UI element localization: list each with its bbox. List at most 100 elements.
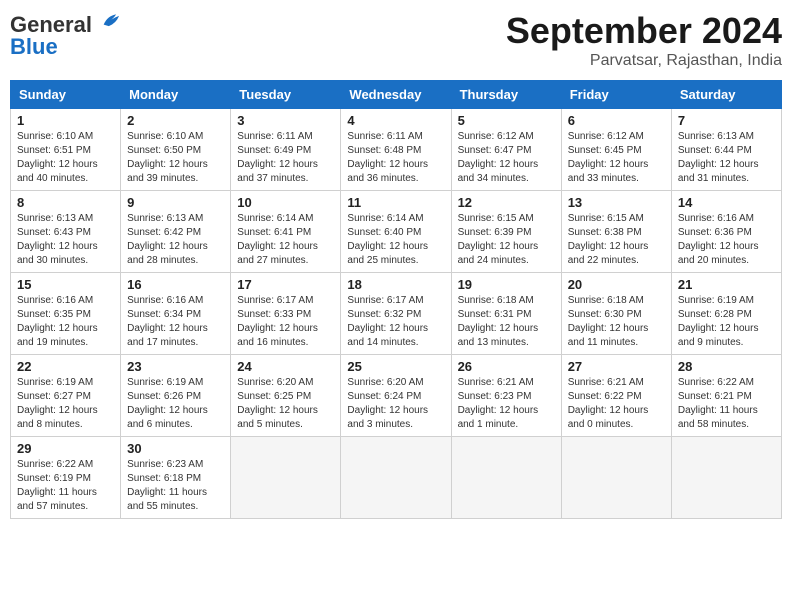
calendar-row: 8 Sunrise: 6:13 AMSunset: 6:43 PMDaylight… bbox=[11, 191, 782, 273]
col-friday: Friday bbox=[561, 81, 671, 109]
table-row: 22 Sunrise: 6:19 AMSunset: 6:27 PMDayligh… bbox=[11, 355, 121, 437]
table-row: 24 Sunrise: 6:20 AMSunset: 6:25 PMDayligh… bbox=[231, 355, 341, 437]
day-number: 23 bbox=[127, 359, 224, 374]
table-row: 11 Sunrise: 6:14 AMSunset: 6:40 PMDayligh… bbox=[341, 191, 451, 273]
cell-info: Sunrise: 6:13 AMSunset: 6:42 PMDaylight:… bbox=[127, 212, 224, 268]
table-row: 20 Sunrise: 6:18 AMSunset: 6:30 PMDayligh… bbox=[561, 273, 671, 355]
table-row: 23Sunrise: 6:19 AMSunset: 6:26 PMDayligh… bbox=[121, 355, 231, 437]
table-row: 16Sunrise: 6:16 AMSunset: 6:34 PMDayligh… bbox=[121, 273, 231, 355]
table-row: 3 Sunrise: 6:11 AMSunset: 6:49 PMDaylight… bbox=[231, 109, 341, 191]
cell-info: Sunrise: 6:11 AMSunset: 6:48 PMDaylight:… bbox=[347, 130, 444, 186]
table-row: 1 Sunrise: 6:10 AMSunset: 6:51 PMDaylight… bbox=[11, 109, 121, 191]
day-number: 20 bbox=[568, 277, 665, 292]
calendar-row: 29Sunrise: 6:22 AMSunset: 6:19 PMDayligh… bbox=[11, 437, 782, 519]
cell-info: Sunrise: 6:14 AMSunset: 6:41 PMDaylight:… bbox=[237, 212, 334, 268]
table-row bbox=[341, 437, 451, 519]
table-row bbox=[231, 437, 341, 519]
table-row: 4 Sunrise: 6:11 AMSunset: 6:48 PMDaylight… bbox=[341, 109, 451, 191]
col-sunday: Sunday bbox=[11, 81, 121, 109]
day-number: 30 bbox=[127, 441, 224, 456]
table-row: 27Sunrise: 6:21 AMSunset: 6:22 PMDayligh… bbox=[561, 355, 671, 437]
day-number: 21 bbox=[678, 277, 775, 292]
cell-info: Sunrise: 6:21 AMSunset: 6:23 PMDaylight:… bbox=[458, 376, 555, 432]
cell-info: Sunrise: 6:11 AMSunset: 6:49 PMDaylight:… bbox=[237, 130, 334, 186]
day-number: 16 bbox=[127, 277, 224, 292]
day-number: 17 bbox=[237, 277, 334, 292]
day-number: 22 bbox=[17, 359, 114, 374]
table-row bbox=[451, 437, 561, 519]
col-wednesday: Wednesday bbox=[341, 81, 451, 109]
col-thursday: Thursday bbox=[451, 81, 561, 109]
calendar-header-row: Sunday Monday Tuesday Wednesday Thursday… bbox=[11, 81, 782, 109]
logo-blue: Blue bbox=[10, 34, 58, 60]
table-row: 26 Sunrise: 6:21 AMSunset: 6:23 PMDayligh… bbox=[451, 355, 561, 437]
cell-info: Sunrise: 6:18 AMSunset: 6:30 PMDaylight:… bbox=[568, 294, 665, 350]
calendar-table: Sunday Monday Tuesday Wednesday Thursday… bbox=[10, 80, 782, 519]
table-row: 14 Sunrise: 6:16 AMSunset: 6:36 PMDayligh… bbox=[671, 191, 781, 273]
cell-info: Sunrise: 6:20 AMSunset: 6:25 PMDaylight:… bbox=[237, 376, 334, 432]
table-row: 28Sunrise: 6:22 AMSunset: 6:21 PMDayligh… bbox=[671, 355, 781, 437]
cell-info: Sunrise: 6:12 AMSunset: 6:47 PMDaylight:… bbox=[458, 130, 555, 186]
day-number: 10 bbox=[237, 195, 334, 210]
table-row: 18 Sunrise: 6:17 AMSunset: 6:32 PMDayligh… bbox=[341, 273, 451, 355]
table-row: 9Sunrise: 6:13 AMSunset: 6:42 PMDaylight… bbox=[121, 191, 231, 273]
cell-info: Sunrise: 6:10 AMSunset: 6:50 PMDaylight:… bbox=[127, 130, 224, 186]
day-number: 2 bbox=[127, 113, 224, 128]
table-row: 2 Sunrise: 6:10 AMSunset: 6:50 PMDaylight… bbox=[121, 109, 231, 191]
day-number: 6 bbox=[568, 113, 665, 128]
day-number: 7 bbox=[678, 113, 775, 128]
cell-info: Sunrise: 6:13 AMSunset: 6:43 PMDaylight:… bbox=[17, 212, 114, 268]
day-number: 19 bbox=[458, 277, 555, 292]
day-number: 12 bbox=[458, 195, 555, 210]
page-header: General Blue September 2024 Parvatsar, R… bbox=[10, 10, 782, 70]
cell-info: Sunrise: 6:23 AMSunset: 6:18 PMDaylight:… bbox=[127, 458, 224, 514]
day-number: 26 bbox=[458, 359, 555, 374]
cell-info: Sunrise: 6:16 AMSunset: 6:36 PMDaylight:… bbox=[678, 212, 775, 268]
col-monday: Monday bbox=[121, 81, 231, 109]
table-row: 7 Sunrise: 6:13 AMSunset: 6:44 PMDaylight… bbox=[671, 109, 781, 191]
table-row: 29Sunrise: 6:22 AMSunset: 6:19 PMDayligh… bbox=[11, 437, 121, 519]
table-row: 25Sunrise: 6:20 AMSunset: 6:24 PMDayligh… bbox=[341, 355, 451, 437]
cell-info: Sunrise: 6:22 AMSunset: 6:21 PMDaylight:… bbox=[678, 376, 775, 432]
table-row: 13 Sunrise: 6:15 AMSunset: 6:38 PMDayligh… bbox=[561, 191, 671, 273]
cell-info: Sunrise: 6:19 AMSunset: 6:27 PMDaylight:… bbox=[17, 376, 114, 432]
day-number: 1 bbox=[17, 113, 114, 128]
day-number: 14 bbox=[678, 195, 775, 210]
logo: General Blue bbox=[10, 10, 122, 60]
cell-info: Sunrise: 6:20 AMSunset: 6:24 PMDaylight:… bbox=[347, 376, 444, 432]
cell-info: Sunrise: 6:15 AMSunset: 6:38 PMDaylight:… bbox=[568, 212, 665, 268]
day-number: 18 bbox=[347, 277, 444, 292]
cell-info: Sunrise: 6:22 AMSunset: 6:19 PMDaylight:… bbox=[17, 458, 114, 514]
day-number: 8 bbox=[17, 195, 114, 210]
table-row: 12 Sunrise: 6:15 AMSunset: 6:39 PMDayligh… bbox=[451, 191, 561, 273]
calendar-body: 1 Sunrise: 6:10 AMSunset: 6:51 PMDaylight… bbox=[11, 109, 782, 519]
calendar-row: 15Sunrise: 6:16 AMSunset: 6:35 PMDayligh… bbox=[11, 273, 782, 355]
cell-info: Sunrise: 6:13 AMSunset: 6:44 PMDaylight:… bbox=[678, 130, 775, 186]
table-row bbox=[561, 437, 671, 519]
location: Parvatsar, Rajasthan, India bbox=[506, 52, 782, 70]
day-number: 13 bbox=[568, 195, 665, 210]
table-row: 8 Sunrise: 6:13 AMSunset: 6:43 PMDaylight… bbox=[11, 191, 121, 273]
cell-info: Sunrise: 6:15 AMSunset: 6:39 PMDaylight:… bbox=[458, 212, 555, 268]
day-number: 5 bbox=[458, 113, 555, 128]
col-tuesday: Tuesday bbox=[231, 81, 341, 109]
day-number: 11 bbox=[347, 195, 444, 210]
table-row: 17 Sunrise: 6:17 AMSunset: 6:33 PMDayligh… bbox=[231, 273, 341, 355]
day-number: 27 bbox=[568, 359, 665, 374]
table-row: 19 Sunrise: 6:18 AMSunset: 6:31 PMDayligh… bbox=[451, 273, 561, 355]
table-row: 30 Sunrise: 6:23 AMSunset: 6:18 PMDayligh… bbox=[121, 437, 231, 519]
cell-info: Sunrise: 6:14 AMSunset: 6:40 PMDaylight:… bbox=[347, 212, 444, 268]
col-saturday: Saturday bbox=[671, 81, 781, 109]
table-row: 15Sunrise: 6:16 AMSunset: 6:35 PMDayligh… bbox=[11, 273, 121, 355]
table-row: 6Sunrise: 6:12 AMSunset: 6:45 PMDaylight… bbox=[561, 109, 671, 191]
day-number: 3 bbox=[237, 113, 334, 128]
table-row: 10 Sunrise: 6:14 AMSunset: 6:41 PMDayligh… bbox=[231, 191, 341, 273]
day-number: 4 bbox=[347, 113, 444, 128]
cell-info: Sunrise: 6:10 AMSunset: 6:51 PMDaylight:… bbox=[17, 130, 114, 186]
cell-info: Sunrise: 6:18 AMSunset: 6:31 PMDaylight:… bbox=[458, 294, 555, 350]
cell-info: Sunrise: 6:17 AMSunset: 6:32 PMDaylight:… bbox=[347, 294, 444, 350]
calendar-row: 22 Sunrise: 6:19 AMSunset: 6:27 PMDayligh… bbox=[11, 355, 782, 437]
day-number: 24 bbox=[237, 359, 334, 374]
cell-info: Sunrise: 6:16 AMSunset: 6:35 PMDaylight:… bbox=[17, 294, 114, 350]
cell-info: Sunrise: 6:17 AMSunset: 6:33 PMDaylight:… bbox=[237, 294, 334, 350]
